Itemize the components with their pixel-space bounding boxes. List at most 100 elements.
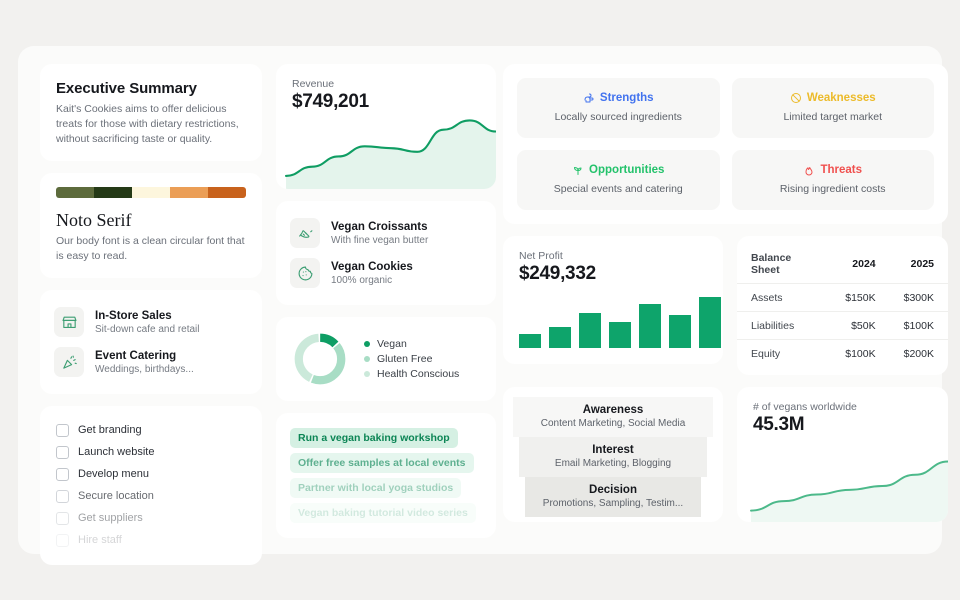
checklist-item[interactable]: Launch website <box>56 441 246 463</box>
legend-item: Gluten Free <box>364 353 459 365</box>
legend-color-dot <box>364 371 370 377</box>
table-cell: $100K <box>845 347 876 360</box>
table-row: Liabilities $50K $100K <box>737 311 948 340</box>
no-entry-icon <box>790 93 801 103</box>
swot-heading: Opportunities <box>525 164 712 176</box>
muscle-icon <box>584 93 594 103</box>
net-profit-value: $249,332 <box>519 263 596 284</box>
color-swatch-0 <box>56 187 94 198</box>
legend-label: Gluten Free <box>377 353 433 365</box>
checkbox[interactable] <box>56 423 69 437</box>
revenue-card: Revenue $749,201 <box>276 64 496 189</box>
storefront-icon-tile <box>54 307 84 337</box>
checklist-item-label: Develop menu <box>78 468 149 480</box>
net-profit-card: Net Profit $249,332 <box>503 236 723 364</box>
table-cell: $150K <box>845 291 876 304</box>
legend-item: Vegan <box>364 338 459 350</box>
checkbox[interactable] <box>56 511 69 525</box>
tactic-pill[interactable]: Run a vegan baking workshop <box>290 427 458 448</box>
tactic-pill[interactable]: Vegan baking tutorial video series <box>290 502 476 523</box>
party-popper-icon <box>62 355 77 369</box>
swot-title: Opportunities <box>589 164 665 176</box>
channel-item-title: Event Catering <box>95 349 177 362</box>
revenue-area-chart <box>284 119 496 189</box>
party-popper-icon-tile <box>54 347 84 377</box>
table-cell: $300K <box>903 291 934 304</box>
table-row: Assets $150K $300K <box>737 283 948 312</box>
table-cell: Assets <box>751 291 783 304</box>
tactic-pill[interactable]: Partner with local yoga studios <box>290 477 462 498</box>
checkbox[interactable] <box>56 467 69 481</box>
product-item-subtitle: With fine vegan butter <box>331 234 429 246</box>
table-col-header: Balance Sheet <box>751 251 792 276</box>
channel-item-subtitle: Sit-down cafe and retail <box>95 323 200 335</box>
storefront-icon <box>62 316 76 328</box>
tactic-row: Run a vegan baking workshop <box>290 425 482 450</box>
tactics-card: Run a vegan baking workshop Offer free sa… <box>276 413 496 538</box>
product-item-text: Vegan Cookies 100% organic <box>331 261 413 286</box>
channel-item[interactable]: Event Catering Weddings, birthdays... <box>54 342 248 382</box>
checklist-item[interactable]: Secure location <box>56 485 246 507</box>
swot-quadrant-opportunities: Opportunities Special events and catering <box>517 150 720 210</box>
tactic-pill[interactable]: Offer free samples at local events <box>290 452 474 473</box>
swot-quadrant-strengths: Strengths Locally sourced ingredients <box>517 78 720 138</box>
swot-body: Locally sourced ingredients <box>554 111 682 123</box>
checklist-item-label: Get suppliers <box>78 512 143 524</box>
table-cell: Equity <box>751 347 781 360</box>
swot-title: Strengths <box>599 92 654 104</box>
left-column: Executive Summary Kait's Cookies aims to… <box>40 64 262 565</box>
table-cell: Liabilities <box>751 319 795 332</box>
table-row: Equity $100K $200K <box>737 339 948 368</box>
cookie-icon <box>298 266 312 280</box>
balance-sheet-table: Balance Sheet 2024 2025 Assets $150K $300K Li… <box>737 244 948 367</box>
balance-sheet-card: Balance Sheet 2024 2025 Assets $150K $300K Li… <box>737 236 948 375</box>
checklist-item-label: Secure location <box>78 490 154 502</box>
funnel-stage-title: Decision <box>589 484 637 496</box>
swot-quadrant-weaknesses: Weaknesses Limited target market <box>731 78 934 138</box>
table-cell: $50K <box>851 319 876 332</box>
swot-title: Threats <box>820 164 863 176</box>
color-swatch-3 <box>170 187 208 198</box>
table-col-header: 2024 <box>852 257 876 270</box>
croissant-icon-tile <box>290 218 320 248</box>
checklist-card: Get branding Launch website Develop menu Se… <box>40 406 262 565</box>
checkbox[interactable] <box>56 533 69 547</box>
brand-card: Noto Serif Our body font is a clean circ… <box>40 173 262 278</box>
bar-5 <box>669 315 691 348</box>
product-item[interactable]: Vegan Cookies 100% organic <box>290 253 482 293</box>
swot-body: Limited target market <box>783 111 883 123</box>
checkbox[interactable] <box>56 445 69 459</box>
right-column: Strengths Locally sourced ingredients Weak… <box>503 64 948 522</box>
net-profit-bar-chart <box>519 292 721 348</box>
checklist-item[interactable]: Hire staff <box>56 529 246 551</box>
checklist-item[interactable]: Get suppliers <box>56 507 246 529</box>
legend-label: Vegan <box>377 338 407 350</box>
funnel-stage: Awareness Content Marketing, Social Media <box>513 397 713 437</box>
executive-summary-card: Executive Summary Kait's Cookies aims to… <box>40 64 262 161</box>
legend-item: Health Conscious <box>364 368 459 380</box>
checkbox[interactable] <box>56 489 69 503</box>
color-swatches <box>56 187 246 198</box>
product-item[interactable]: Vegan Croissants With fine vegan butter <box>290 213 482 253</box>
channel-item[interactable]: In-Store Sales Sit-down cafe and retail <box>54 302 248 342</box>
marketing-funnel-card: Awareness Content Marketing, Social Media… <box>503 387 723 522</box>
color-swatch-2 <box>132 187 170 198</box>
checklist-item[interactable]: Get branding <box>56 419 246 441</box>
product-item-subtitle: 100% organic <box>331 274 393 286</box>
bar-4 <box>639 303 661 348</box>
table-cell: $200K <box>903 347 934 360</box>
product-item-title: Vegan Cookies <box>331 260 413 273</box>
checklist-item[interactable]: Develop menu <box>56 463 246 485</box>
bar-6 <box>699 296 721 348</box>
checklist-item-label: Get branding <box>78 424 142 436</box>
executive-summary-text: Kait's Cookies aims to offer delicious t… <box>56 103 239 145</box>
swot-heading: Strengths <box>525 92 712 104</box>
audience-donut-chart <box>294 333 346 385</box>
funnel-stage-title: Interest <box>592 444 634 456</box>
funnel-stage-body: Promotions, Sampling, Testim... <box>542 498 684 509</box>
checklist-item-label: Launch website <box>78 446 155 458</box>
bar-2 <box>579 313 601 348</box>
tactic-row: Offer free samples at local events <box>290 450 482 475</box>
cookie-icon-tile <box>290 258 320 288</box>
product-item-title: Vegan Croissants <box>331 220 428 233</box>
